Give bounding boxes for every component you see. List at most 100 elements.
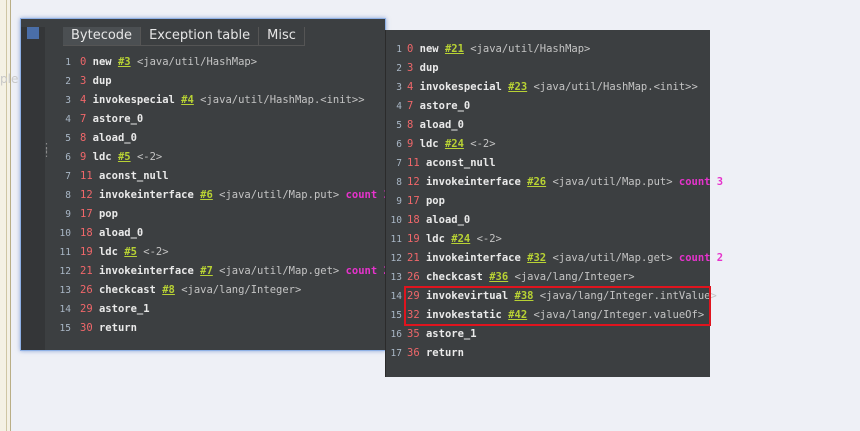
member-comment: <java/util/Map.put>	[552, 176, 673, 188]
line-number: 12	[59, 266, 71, 277]
line-number: 9	[65, 209, 71, 220]
opcode: invokeinterface	[425, 176, 521, 188]
opcode: checkcast	[425, 271, 483, 283]
constant-pool-ref[interactable]: #5	[118, 151, 131, 163]
member-comment: <-2>	[136, 151, 163, 163]
gutter-marker-icon	[27, 27, 39, 39]
line-number: 8	[65, 190, 71, 201]
line-number: 3	[396, 82, 402, 93]
line-number: 8	[396, 177, 402, 188]
offset: 11	[407, 157, 420, 169]
constant-pool-ref[interactable]: #23	[508, 81, 527, 93]
opcode: astore_0	[419, 100, 471, 112]
constant-pool-ref[interactable]: #36	[489, 271, 508, 283]
tab-bytecode[interactable]: Bytecode	[63, 27, 142, 45]
offset: 0	[407, 43, 414, 55]
constant-pool-ref[interactable]: #4	[181, 94, 194, 106]
arg-count: count 3	[345, 189, 390, 201]
member-comment: <java/lang/Integer>	[181, 284, 302, 296]
opcode: aconst_null	[425, 157, 496, 169]
member-comment: <java/util/HashMap>	[136, 56, 258, 68]
opcode: ldc	[419, 138, 439, 150]
opcode: invokespecial	[92, 94, 175, 106]
line-number: 16	[390, 329, 402, 340]
opcode: invokeinterface	[425, 252, 521, 264]
tab-bar: Bytecode Exception table Misc	[63, 27, 305, 46]
line-number: 13	[390, 272, 402, 283]
opcode: dup	[92, 75, 112, 87]
offset: 26	[407, 271, 420, 283]
constant-pool-ref[interactable]: #26	[527, 176, 546, 188]
offset: 17	[80, 208, 93, 220]
line-number: 15	[390, 310, 402, 321]
truncated-side-label: ple	[0, 72, 19, 86]
opcode: ldc	[92, 151, 112, 163]
arg-count: count 2	[345, 265, 390, 277]
member-comment: <java/util/HashMap.<init>>	[200, 94, 365, 106]
offset: 3	[407, 62, 414, 74]
member-comment: <java/util/HashMap>	[470, 43, 591, 55]
offset: 19	[80, 246, 93, 258]
arg-count: count 3	[678, 176, 724, 188]
left-window-edge	[0, 0, 11, 431]
tab-misc[interactable]: Misc	[259, 27, 305, 45]
line-number: 15	[59, 323, 71, 334]
line-number: 2	[65, 76, 71, 87]
constant-pool-ref[interactable]: #21	[445, 43, 464, 55]
opcode: invokeinterface	[98, 265, 194, 277]
constant-pool-ref[interactable]: #7	[200, 265, 213, 277]
opcode: return	[98, 322, 137, 334]
line-number: 5	[396, 120, 402, 131]
line-number: 10	[59, 228, 71, 239]
line-number: 13	[59, 285, 71, 296]
line-number: 7	[396, 158, 402, 169]
opcode: new	[419, 43, 439, 55]
line-number: 10	[390, 215, 402, 226]
offset: 9	[407, 138, 414, 150]
opcode: aload_0	[425, 214, 471, 226]
offset: 8	[80, 132, 87, 144]
offset: 0	[80, 56, 87, 68]
member-comment: <java/util/HashMap.<init>>	[533, 81, 698, 93]
constant-pool-ref[interactable]: #6	[200, 189, 213, 201]
offset: 4	[80, 94, 87, 106]
constant-pool-ref[interactable]: #5	[124, 246, 137, 258]
offset: 18	[407, 214, 420, 226]
offset: 12	[407, 176, 420, 188]
line-number: 5	[65, 133, 71, 144]
offset: 12	[80, 189, 93, 201]
offset: 29	[80, 303, 93, 315]
line-number: 2	[396, 63, 402, 74]
offset: 7	[80, 113, 87, 125]
member-comment: <-2>	[470, 138, 496, 150]
opcode: aload_0	[419, 119, 464, 131]
opcode: astore_1	[425, 328, 477, 340]
offset: 26	[80, 284, 93, 296]
offset: 7	[407, 100, 414, 112]
offset: 4	[407, 81, 414, 93]
offset: 36	[407, 347, 420, 359]
opcode: ldc	[425, 233, 445, 245]
constant-pool-ref[interactable]: #24	[451, 233, 470, 245]
offset: 11	[80, 170, 93, 182]
opcode: checkcast	[98, 284, 156, 296]
offset: 21	[407, 252, 420, 264]
tab-exception-table[interactable]: Exception table	[141, 27, 260, 45]
offset: 19	[407, 233, 420, 245]
constant-pool-ref[interactable]: #32	[527, 252, 546, 264]
line-number: 14	[59, 304, 71, 315]
line-number: 9	[396, 196, 402, 207]
constant-pool-ref[interactable]: #3	[118, 56, 131, 68]
constant-pool-ref[interactable]: #24	[445, 138, 464, 150]
left-gutter	[21, 27, 45, 350]
opcode: new	[92, 56, 112, 68]
member-comment: <java/util/Map.put>	[219, 189, 340, 201]
constant-pool-ref[interactable]: #8	[162, 284, 175, 296]
opcode: pop	[98, 208, 118, 220]
member-comment: <java/util/Map.get>	[219, 265, 340, 277]
drag-handle-icon[interactable]: ⋮ ⋮	[41, 142, 52, 158]
opcode: aload_0	[92, 132, 137, 144]
offset: 8	[407, 119, 414, 131]
offset: 3	[80, 75, 87, 87]
line-number: 4	[396, 101, 402, 112]
